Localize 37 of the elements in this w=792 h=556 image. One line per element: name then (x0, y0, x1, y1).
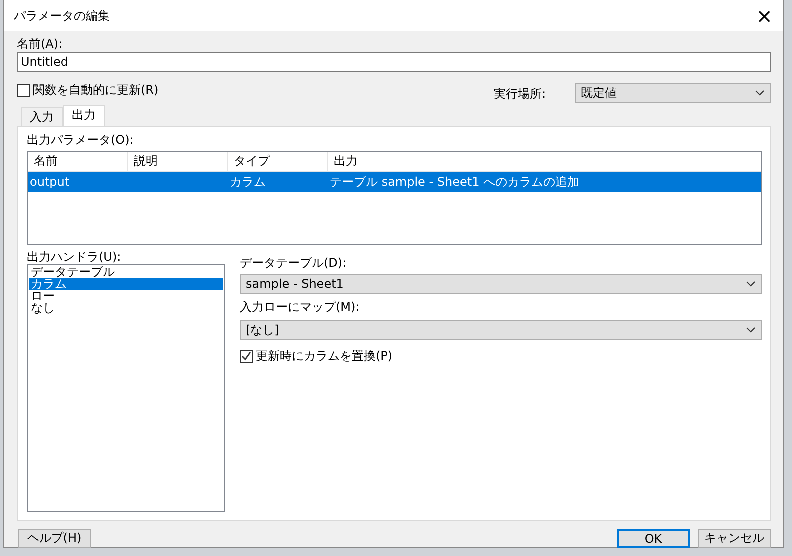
ok-button[interactable]: OK (617, 529, 690, 548)
column-header[interactable]: 出力 (328, 152, 761, 171)
table-row[interactable]: output カラム テーブル sample - Sheet1 へのカラムの追加 (28, 172, 761, 192)
cancel-button[interactable]: キャンセル (698, 529, 771, 548)
column-header[interactable]: 説明 (128, 152, 228, 171)
auto-update-label: 関数を自動的に更新(R) (33, 82, 159, 99)
close-button[interactable]: × (752, 6, 777, 26)
output-handler-label: 出力ハンドラ(U): (27, 250, 122, 264)
tab[interactable]: 出力 (63, 105, 105, 126)
run-location-label: 実行場所: (494, 86, 546, 103)
tab[interactable]: 入力 (21, 107, 63, 126)
output-parameters-label: 出力パラメータ(O): (27, 132, 135, 149)
window-title: パラメータの編集 (14, 8, 110, 24)
table-cell: output (30, 175, 70, 189)
data-table-label: データテーブル(D): (240, 255, 348, 272)
data-table-dropdown[interactable]: sample - Sheet1 (240, 274, 762, 294)
table-cell: カラム (230, 175, 266, 189)
name-label: 名前(A): (17, 37, 64, 51)
replace-columns-checkbox[interactable] (240, 350, 253, 362)
list-item[interactable]: なし (29, 302, 223, 314)
table-cell: テーブル sample - Sheet1 へのカラムの追加 (330, 175, 580, 189)
chevron-down-icon (746, 327, 756, 333)
name-field[interactable]: Untitled (17, 52, 771, 72)
chevron-down-icon (746, 281, 756, 287)
check-icon (241, 350, 252, 362)
list-item[interactable]: データテーブル (29, 266, 223, 278)
map-to-row-dropdown[interactable]: [なし] (240, 320, 762, 340)
help-button[interactable]: ヘルプ(H) (18, 529, 91, 548)
auto-update-checkbox[interactable] (17, 84, 30, 96)
list-item[interactable]: カラム (29, 278, 223, 290)
column-header[interactable]: 名前 (28, 152, 128, 171)
chevron-down-icon (755, 90, 765, 96)
run-location-dropdown[interactable]: 既定値 (575, 83, 771, 103)
map-to-row-label: 入力ローにマップ(M): (240, 299, 361, 316)
replace-columns-label: 更新時にカラムを置換(P) (256, 348, 393, 365)
column-header[interactable]: タイプ (228, 152, 328, 171)
list-item[interactable]: ロー (29, 290, 223, 302)
